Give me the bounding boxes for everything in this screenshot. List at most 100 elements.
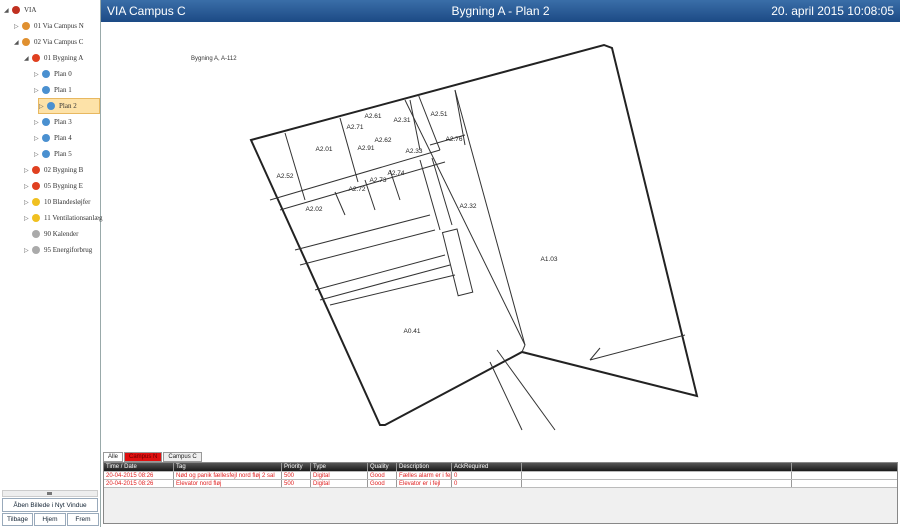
tree-item[interactable]: ▷ Plan 4 bbox=[34, 130, 72, 146]
tree-item-label: Plan 3 bbox=[54, 118, 72, 126]
table-row[interactable]: 20-04-2015 08:26 Nød og panik fællesfejl … bbox=[104, 472, 897, 480]
column-header[interactable]: Time / Date bbox=[104, 463, 174, 471]
expand-arrow-icon[interactable]: ▷ bbox=[24, 247, 32, 254]
room-label[interactable]: A2.74 bbox=[388, 170, 405, 177]
room-label[interactable]: A2.73 bbox=[370, 177, 387, 184]
tree-item[interactable]: ▷ 01 Via Campus N bbox=[14, 18, 84, 34]
floor-icon bbox=[42, 86, 50, 94]
tree-item[interactable]: ▷ Plan 1 bbox=[34, 82, 72, 98]
expand-arrow-icon[interactable]: ▷ bbox=[34, 71, 42, 78]
tree-item[interactable]: ◢ 01 Bygning A bbox=[24, 50, 83, 66]
table-cell: Elevator nord fløj bbox=[174, 480, 282, 487]
table-cell: 20-04-2015 08:26 bbox=[104, 480, 174, 487]
column-header[interactable]: AckRequired bbox=[452, 463, 522, 471]
alarm-tab[interactable]: Campus N bbox=[124, 452, 163, 462]
forward-button[interactable]: Frem bbox=[67, 513, 99, 526]
open-new-window-button[interactable]: Åben Billede i Nyt Vindue bbox=[2, 498, 98, 512]
expand-arrow-icon[interactable]: ▷ bbox=[24, 199, 32, 206]
expand-arrow-icon[interactable]: ▷ bbox=[24, 167, 32, 174]
mixing-loop-icon bbox=[32, 198, 40, 206]
room-label[interactable]: A2.91 bbox=[358, 145, 375, 152]
room-label[interactable]: A2.72 bbox=[349, 186, 366, 193]
expand-arrow-icon[interactable]: ▷ bbox=[39, 103, 47, 110]
floor-icon bbox=[42, 134, 50, 142]
alarm-tab[interactable]: Campus C bbox=[163, 452, 202, 462]
calendar-icon bbox=[32, 230, 40, 238]
expand-arrow-icon[interactable]: ◢ bbox=[4, 7, 12, 14]
tree-item-label: 01 Via Campus N bbox=[34, 22, 84, 30]
floor-icon bbox=[42, 150, 50, 158]
tree-item-label: 02 Bygning B bbox=[44, 166, 84, 174]
alarm-table: Time / Date Tag Priority Type Quality Descrip… bbox=[103, 462, 898, 524]
floor-plan[interactable]: Bygning A, A-112 A2.61A2.71 A2.31 A2.51 A2.… bbox=[101, 22, 900, 450]
expand-arrow-icon[interactable]: ▷ bbox=[34, 119, 42, 126]
back-button[interactable]: Tilbage bbox=[2, 513, 33, 526]
expand-arrow-icon[interactable]: ▷ bbox=[14, 23, 22, 30]
tree-item[interactable]: ▷ 95 Energiforbrug bbox=[24, 242, 92, 258]
tree-item[interactable]: ▷ 11 Ventilationsanlæg bbox=[24, 210, 103, 226]
room-label[interactable]: A2.01 bbox=[316, 146, 333, 153]
column-header[interactable]: Description bbox=[397, 463, 452, 471]
expand-arrow-icon[interactable]: ▷ bbox=[34, 135, 42, 142]
tree-item[interactable]: 90 Kalender bbox=[24, 226, 78, 242]
tree-item[interactable]: ◢ 02 Via Campus C bbox=[14, 34, 83, 50]
floor-icon bbox=[42, 70, 50, 78]
table-cell: Elevator er i fejl bbox=[397, 480, 452, 487]
table-cell: Good bbox=[368, 480, 397, 487]
tree-item-label: Plan 2 bbox=[59, 102, 77, 110]
table-cell: 20-04-2015 08:26 bbox=[104, 472, 174, 479]
room-label[interactable]: A2.61 bbox=[365, 113, 382, 120]
column-header[interactable]: Tag bbox=[174, 463, 282, 471]
tree-item-label: Plan 0 bbox=[54, 70, 72, 78]
tree-item[interactable]: ▷ Plan 3 bbox=[34, 114, 72, 130]
room-label[interactable]: A2.33 bbox=[406, 148, 423, 155]
table-cell: Good bbox=[368, 472, 397, 479]
tree-item[interactable]: ▷ Plan 2 bbox=[38, 98, 100, 114]
table-row[interactable]: 20-04-2015 08:26 Elevator nord fløj 500 Dig… bbox=[104, 480, 897, 488]
expand-arrow-icon[interactable]: ▷ bbox=[34, 151, 42, 158]
tree-item[interactable]: ▷ 10 Blandesløjfer bbox=[24, 194, 90, 210]
factory-icon bbox=[12, 6, 20, 14]
room-label[interactable]: A2.71 bbox=[347, 124, 364, 131]
table-cell: Fælles alarm er i fejl bbox=[399, 472, 452, 479]
tree-item-label: 01 Bygning A bbox=[44, 54, 84, 62]
room-label[interactable]: A2.31 bbox=[394, 117, 411, 124]
ventilation-icon bbox=[32, 214, 40, 222]
expand-arrow-icon[interactable]: ▷ bbox=[34, 87, 42, 94]
tree-item-label: 10 Blandesløjfer bbox=[44, 198, 91, 206]
room-label[interactable]: A1.03 bbox=[541, 256, 558, 263]
room-label[interactable]: A2.62 bbox=[375, 137, 392, 144]
column-header[interactable]: Priority bbox=[282, 463, 311, 471]
expand-arrow-icon[interactable]: ▷ bbox=[24, 215, 32, 222]
table-cell: Digital bbox=[311, 472, 368, 479]
building-icon bbox=[32, 54, 40, 62]
tree-item-label: 95 Energiforbrug bbox=[44, 246, 93, 254]
expand-arrow-icon[interactable]: ◢ bbox=[24, 55, 32, 62]
room-label[interactable]: A2.51 bbox=[431, 111, 448, 118]
tree-item-label: Plan 4 bbox=[54, 134, 72, 142]
table-cell: 0 bbox=[452, 480, 522, 487]
room-label[interactable]: A2.32 bbox=[460, 203, 477, 210]
room-label[interactable]: A2.02 bbox=[306, 206, 323, 213]
tree-scrollbar[interactable] bbox=[2, 490, 98, 497]
building-icon bbox=[32, 166, 40, 174]
tree-item[interactable]: ▷ 05 Bygning E bbox=[24, 178, 83, 194]
navigation-tree: ◢ VIA ▷ 01 Via Campus N ◢ 02 Via Campus C ◢ 01 … bbox=[0, 0, 103, 527]
expand-arrow-icon[interactable]: ◢ bbox=[14, 39, 22, 46]
room-label[interactable]: A2.76 bbox=[446, 136, 463, 143]
tree-item[interactable]: ◢ VIA bbox=[4, 2, 36, 18]
column-header[interactable]: Quality bbox=[368, 463, 397, 471]
tree-item[interactable]: ▷ Plan 5 bbox=[34, 146, 72, 162]
tree-item-label: Plan 1 bbox=[54, 86, 72, 94]
column-header[interactable]: Type bbox=[311, 463, 368, 471]
room-label[interactable]: A0.41 bbox=[404, 328, 421, 335]
table-header: Time / Date Tag Priority Type Quality Descrip… bbox=[104, 463, 897, 472]
title-bar: VIA Campus C Bygning A - Plan 2 20. apri… bbox=[101, 0, 900, 22]
home-button[interactable]: Hjem bbox=[34, 513, 66, 526]
alarm-tab[interactable]: Alle bbox=[103, 452, 124, 462]
tree-item[interactable]: ▷ 02 Bygning B bbox=[24, 162, 83, 178]
table-cell: 500 bbox=[282, 480, 311, 487]
room-label[interactable]: A2.52 bbox=[277, 173, 294, 180]
tree-item[interactable]: ▷ Plan 0 bbox=[34, 66, 72, 82]
expand-arrow-icon[interactable]: ▷ bbox=[24, 183, 32, 190]
